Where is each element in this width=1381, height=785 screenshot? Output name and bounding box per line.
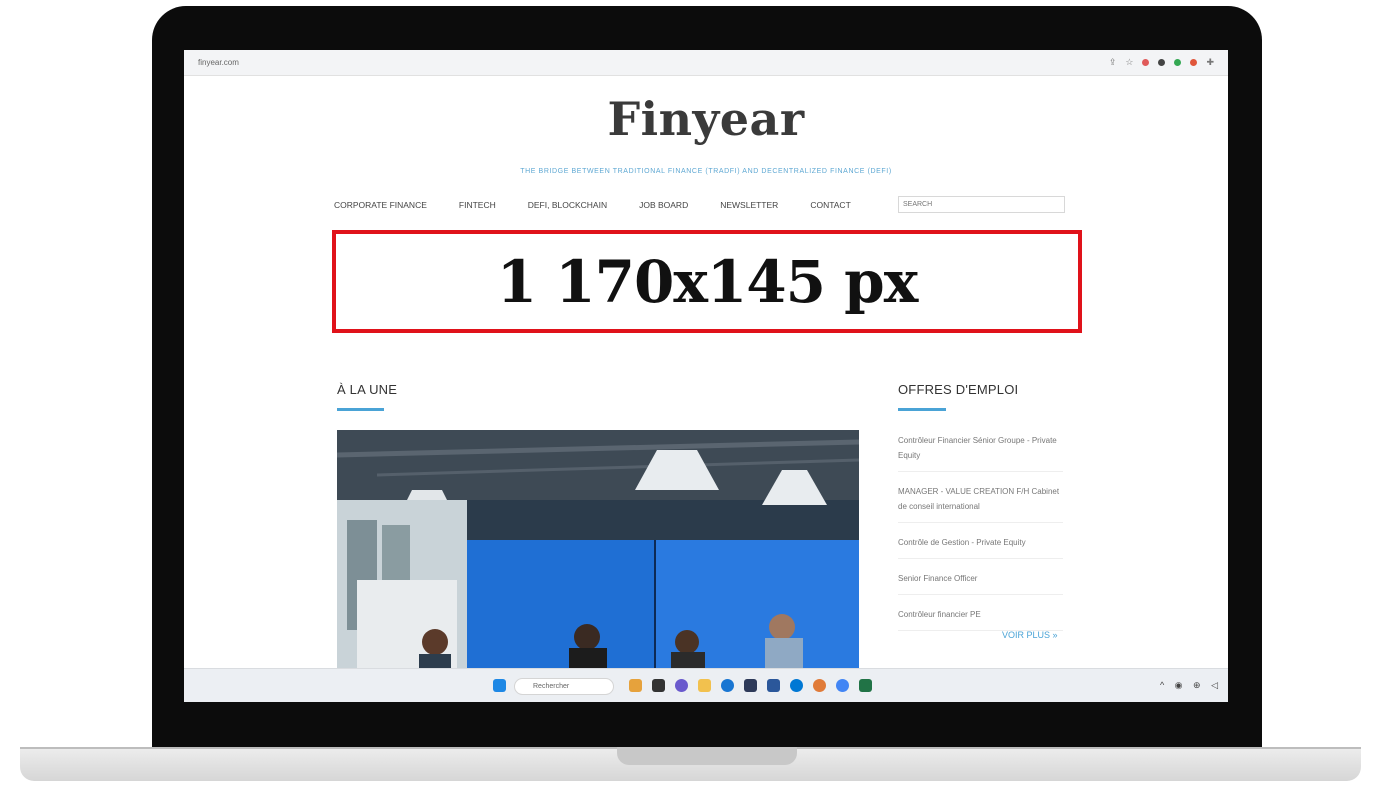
app-icon[interactable] [813,679,826,692]
search-input[interactable] [898,196,1065,213]
laptop-screen: finyear.com ⇪ ☆ ✚ Finyear THE BRIDGE BET… [184,50,1228,702]
nav-contact[interactable]: CONTACT [810,200,850,210]
headline-section-title: À LA UNE [337,382,398,397]
puzzle-icon[interactable]: ✚ [1206,57,1214,67]
job-listing[interactable]: Contrôle de Gestion - Private Equity [898,532,1063,559]
nav-corporate-finance[interactable]: CORPORATE FINANCE [334,200,427,210]
job-listing[interactable]: MANAGER - VALUE CREATION F/H Cabinet de … [898,481,1063,523]
nav-defi-blockchain[interactable]: DEFI, BLOCKCHAIN [528,200,607,210]
extension-green-icon[interactable] [1174,58,1182,66]
job-listing[interactable]: Contrôleur financier PE [898,604,1063,631]
chat-icon[interactable] [675,679,688,692]
page: finyear.com ⇪ ☆ ✚ Finyear THE BRIDGE BET… [0,0,1381,785]
extension-dark-icon[interactable] [1158,58,1166,66]
system-tray[interactable]: ^ ◉ ⊕ ◁ [1160,680,1222,691]
main-nav: CORPORATE FINANCE FINTECH DEFI, BLOCKCHA… [334,200,883,210]
browser-extensions: ⇪ ☆ ✚ [1109,57,1214,67]
laptop-notch [617,747,797,765]
extension-orange-icon[interactable] [1190,58,1198,66]
share-icon[interactable]: ⇪ [1109,57,1117,67]
star-icon[interactable]: ☆ [1125,57,1133,67]
app-icon[interactable] [767,679,780,692]
site-tagline: THE BRIDGE BETWEEN TRADITIONAL FINANCE (… [520,168,892,175]
address-bar[interactable]: finyear.com [198,58,239,67]
edge-icon[interactable] [721,679,734,692]
app-icon[interactable] [790,679,803,692]
windows-start-icon[interactable] [493,679,506,692]
nav-job-board[interactable]: JOB BOARD [639,200,688,210]
site-logo[interactable]: Finyear [184,92,1228,146]
taskbar: Rechercher ^ ◉ ⊕ ◁ [184,668,1228,702]
jobs-section-title: OFFRES D'EMPLOI [898,382,1019,397]
ad-banner-placeholder: 1 170x145 px [332,230,1082,333]
browser-toolbar: finyear.com ⇪ ☆ ✚ [184,50,1228,76]
excel-icon[interactable] [859,679,872,692]
folder-icon[interactable] [698,679,711,692]
chrome-icon[interactable] [836,679,849,692]
app-icon[interactable] [652,679,665,692]
job-listing[interactable]: Contrôleur Financier Sénior Groupe - Pri… [898,430,1063,472]
jobs-section-underline [898,408,946,411]
job-listing[interactable]: Senior Finance Officer [898,568,1063,595]
banner-size-label: 1 170x145 px [496,247,919,316]
app-icon[interactable] [629,679,642,692]
nav-fintech[interactable]: FINTECH [459,200,496,210]
headline-photo[interactable] [337,430,859,670]
extension-red-icon[interactable] [1142,58,1150,66]
store-icon[interactable] [744,679,757,692]
conference-photo [337,430,859,670]
headline-section-underline [337,408,384,411]
jobs-more-link[interactable]: VOIR PLUS » [1002,630,1058,640]
nav-newsletter[interactable]: NEWSLETTER [720,200,778,210]
taskbar-search-label: Rechercher [533,683,570,690]
taskbar-search[interactable]: Rechercher [514,678,614,695]
jobs-list: Contrôleur Financier Sénior Groupe - Pri… [898,430,1063,640]
